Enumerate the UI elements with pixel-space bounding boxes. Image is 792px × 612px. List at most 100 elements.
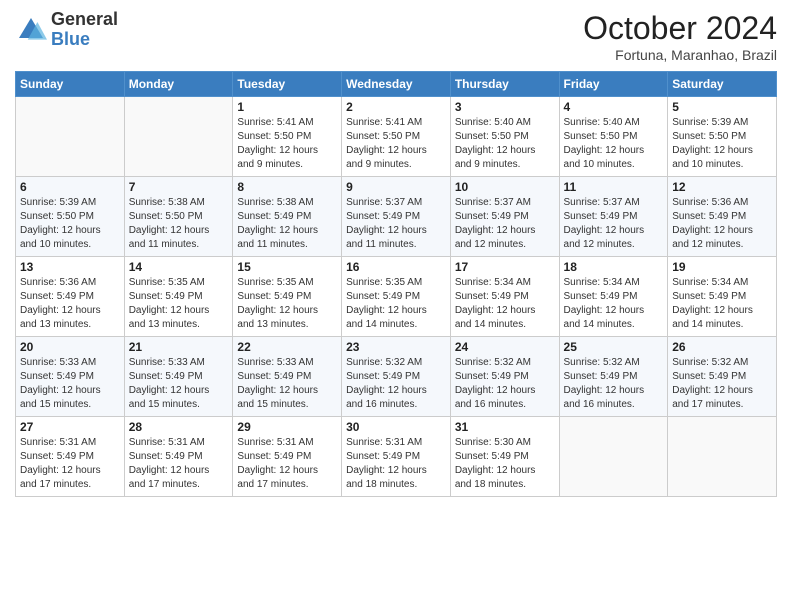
day-sunrise: Sunrise: 5:41 AM (237, 117, 313, 128)
day-sunset: Sunset: 5:50 PM (346, 131, 420, 142)
calendar-cell: 21 Sunrise: 5:33 AM Sunset: 5:49 PM Dayl… (124, 337, 233, 417)
day-sunset: Sunset: 5:49 PM (129, 451, 203, 462)
day-number: 7 (129, 180, 229, 194)
day-number: 1 (237, 100, 337, 114)
day-sunrise: Sunrise: 5:36 AM (20, 277, 96, 288)
day-number: 17 (455, 260, 555, 274)
day-sunrise: Sunrise: 5:34 AM (455, 277, 531, 288)
day-sunset: Sunset: 5:49 PM (455, 451, 529, 462)
day-daylight: Daylight: 12 hours and 13 minutes. (20, 305, 101, 330)
day-sunset: Sunset: 5:49 PM (129, 291, 203, 302)
day-sunrise: Sunrise: 5:32 AM (455, 357, 531, 368)
calendar-table: Sunday Monday Tuesday Wednesday Thursday… (15, 71, 777, 497)
header: General Blue October 2024 Fortuna, Maran… (15, 10, 777, 63)
day-sunset: Sunset: 5:49 PM (20, 371, 94, 382)
calendar-cell: 31 Sunrise: 5:30 AM Sunset: 5:49 PM Dayl… (450, 417, 559, 497)
calendar-cell: 7 Sunrise: 5:38 AM Sunset: 5:50 PM Dayli… (124, 177, 233, 257)
day-sunrise: Sunrise: 5:40 AM (564, 117, 640, 128)
day-daylight: Daylight: 12 hours and 15 minutes. (20, 385, 101, 410)
calendar-cell: 22 Sunrise: 5:33 AM Sunset: 5:49 PM Dayl… (233, 337, 342, 417)
day-daylight: Daylight: 12 hours and 12 minutes. (455, 225, 536, 250)
calendar-cell: 17 Sunrise: 5:34 AM Sunset: 5:49 PM Dayl… (450, 257, 559, 337)
day-sunset: Sunset: 5:49 PM (237, 291, 311, 302)
day-sunset: Sunset: 5:49 PM (346, 371, 420, 382)
day-number: 19 (672, 260, 772, 274)
day-sunrise: Sunrise: 5:38 AM (129, 197, 205, 208)
calendar-cell: 26 Sunrise: 5:32 AM Sunset: 5:49 PM Dayl… (668, 337, 777, 417)
day-number: 22 (237, 340, 337, 354)
calendar-cell: 9 Sunrise: 5:37 AM Sunset: 5:49 PM Dayli… (342, 177, 451, 257)
calendar-cell (124, 97, 233, 177)
calendar-cell: 10 Sunrise: 5:37 AM Sunset: 5:49 PM Dayl… (450, 177, 559, 257)
day-daylight: Daylight: 12 hours and 13 minutes. (237, 305, 318, 330)
day-sunrise: Sunrise: 5:31 AM (129, 437, 205, 448)
title-block: October 2024 Fortuna, Maranhao, Brazil (583, 10, 777, 63)
calendar-cell: 29 Sunrise: 5:31 AM Sunset: 5:49 PM Dayl… (233, 417, 342, 497)
day-sunset: Sunset: 5:49 PM (564, 291, 638, 302)
day-sunrise: Sunrise: 5:31 AM (20, 437, 96, 448)
day-number: 30 (346, 420, 446, 434)
calendar-cell: 15 Sunrise: 5:35 AM Sunset: 5:49 PM Dayl… (233, 257, 342, 337)
day-daylight: Daylight: 12 hours and 11 minutes. (129, 225, 210, 250)
calendar-cell: 14 Sunrise: 5:35 AM Sunset: 5:49 PM Dayl… (124, 257, 233, 337)
day-number: 29 (237, 420, 337, 434)
day-sunset: Sunset: 5:49 PM (455, 211, 529, 222)
logo-general: General (51, 10, 118, 30)
day-number: 14 (129, 260, 229, 274)
day-sunrise: Sunrise: 5:39 AM (20, 197, 96, 208)
day-number: 2 (346, 100, 446, 114)
day-number: 12 (672, 180, 772, 194)
day-sunrise: Sunrise: 5:32 AM (564, 357, 640, 368)
day-sunrise: Sunrise: 5:35 AM (129, 277, 205, 288)
day-sunrise: Sunrise: 5:34 AM (672, 277, 748, 288)
calendar-cell: 24 Sunrise: 5:32 AM Sunset: 5:49 PM Dayl… (450, 337, 559, 417)
logo-icon (15, 14, 47, 46)
day-number: 5 (672, 100, 772, 114)
day-number: 11 (564, 180, 664, 194)
calendar-cell: 12 Sunrise: 5:36 AM Sunset: 5:49 PM Dayl… (668, 177, 777, 257)
day-sunset: Sunset: 5:49 PM (237, 211, 311, 222)
logo: General Blue (15, 10, 118, 50)
day-number: 31 (455, 420, 555, 434)
subtitle: Fortuna, Maranhao, Brazil (583, 47, 777, 63)
day-daylight: Daylight: 12 hours and 17 minutes. (672, 385, 753, 410)
day-number: 21 (129, 340, 229, 354)
day-sunset: Sunset: 5:49 PM (455, 291, 529, 302)
day-number: 23 (346, 340, 446, 354)
day-daylight: Daylight: 12 hours and 16 minutes. (455, 385, 536, 410)
calendar-cell (668, 417, 777, 497)
day-daylight: Daylight: 12 hours and 12 minutes. (564, 225, 645, 250)
day-sunset: Sunset: 5:50 PM (20, 211, 94, 222)
day-daylight: Daylight: 12 hours and 16 minutes. (346, 385, 427, 410)
calendar-cell: 30 Sunrise: 5:31 AM Sunset: 5:49 PM Dayl… (342, 417, 451, 497)
day-sunset: Sunset: 5:49 PM (237, 451, 311, 462)
day-sunset: Sunset: 5:49 PM (346, 211, 420, 222)
day-daylight: Daylight: 12 hours and 14 minutes. (564, 305, 645, 330)
calendar-cell: 11 Sunrise: 5:37 AM Sunset: 5:49 PM Dayl… (559, 177, 668, 257)
day-sunset: Sunset: 5:49 PM (564, 371, 638, 382)
calendar-cell: 4 Sunrise: 5:40 AM Sunset: 5:50 PM Dayli… (559, 97, 668, 177)
day-sunset: Sunset: 5:49 PM (237, 371, 311, 382)
day-number: 6 (20, 180, 120, 194)
calendar-cell: 3 Sunrise: 5:40 AM Sunset: 5:50 PM Dayli… (450, 97, 559, 177)
day-number: 18 (564, 260, 664, 274)
day-daylight: Daylight: 12 hours and 9 minutes. (346, 145, 427, 170)
day-number: 3 (455, 100, 555, 114)
day-sunrise: Sunrise: 5:32 AM (346, 357, 422, 368)
col-friday: Friday (559, 72, 668, 97)
day-sunrise: Sunrise: 5:33 AM (129, 357, 205, 368)
calendar-cell: 13 Sunrise: 5:36 AM Sunset: 5:49 PM Dayl… (16, 257, 125, 337)
col-monday: Monday (124, 72, 233, 97)
day-number: 16 (346, 260, 446, 274)
day-sunset: Sunset: 5:49 PM (672, 371, 746, 382)
day-daylight: Daylight: 12 hours and 14 minutes. (672, 305, 753, 330)
day-sunset: Sunset: 5:50 PM (564, 131, 638, 142)
day-daylight: Daylight: 12 hours and 10 minutes. (564, 145, 645, 170)
day-sunrise: Sunrise: 5:32 AM (672, 357, 748, 368)
day-daylight: Daylight: 12 hours and 17 minutes. (20, 465, 101, 490)
calendar-cell (16, 97, 125, 177)
calendar-week-1: 1 Sunrise: 5:41 AM Sunset: 5:50 PM Dayli… (16, 97, 777, 177)
col-wednesday: Wednesday (342, 72, 451, 97)
page: General Blue October 2024 Fortuna, Maran… (0, 0, 792, 612)
day-daylight: Daylight: 12 hours and 9 minutes. (237, 145, 318, 170)
